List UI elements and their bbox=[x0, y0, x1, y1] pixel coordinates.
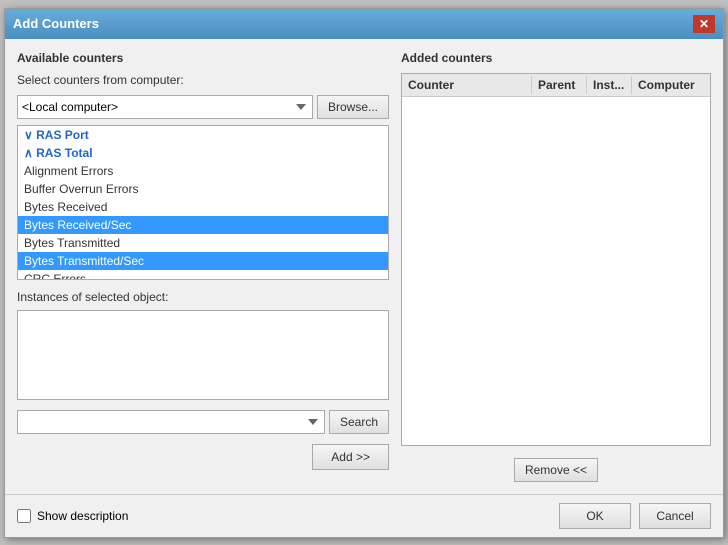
add-counters-dialog: Add Counters ✕ Available counters Select… bbox=[4, 8, 724, 538]
dialog-footer: Show description OK Cancel bbox=[5, 494, 723, 537]
computer-select[interactable]: <Local computer> bbox=[17, 95, 313, 119]
counter-item-bytes-received-sec[interactable]: Bytes Received/Sec bbox=[18, 216, 388, 234]
search-row: Search bbox=[17, 410, 389, 434]
computer-row: <Local computer> Browse... bbox=[17, 95, 389, 119]
remove-row: Remove << bbox=[401, 458, 711, 482]
instances-label: Instances of selected object: bbox=[17, 290, 389, 304]
left-panel: Available counters Select counters from … bbox=[17, 51, 389, 482]
col-header-inst: Inst... bbox=[587, 76, 632, 94]
dialog-body: Available counters Select counters from … bbox=[5, 39, 723, 494]
select-from-computer-label: Select counters from computer: bbox=[17, 73, 389, 87]
table-header: Counter Parent Inst... Computer bbox=[402, 74, 710, 97]
available-counters-label: Available counters bbox=[17, 51, 389, 65]
col-header-computer: Computer bbox=[632, 76, 710, 94]
counter-item-alignment-errors[interactable]: Alignment Errors bbox=[18, 162, 388, 180]
remove-button[interactable]: Remove << bbox=[514, 458, 598, 482]
show-description-text: Show description bbox=[37, 509, 128, 523]
browse-button[interactable]: Browse... bbox=[317, 95, 389, 119]
search-select[interactable] bbox=[17, 410, 325, 434]
counter-item-ras-total[interactable]: ∧ RAS Total bbox=[18, 144, 388, 162]
instances-box[interactable] bbox=[17, 310, 389, 400]
col-header-parent: Parent bbox=[532, 76, 587, 94]
counter-item-bytes-transmitted-sec[interactable]: Bytes Transmitted/Sec bbox=[18, 252, 388, 270]
title-bar: Add Counters ✕ bbox=[5, 9, 723, 39]
show-description-checkbox[interactable] bbox=[17, 509, 31, 523]
added-counters-label: Added counters bbox=[401, 51, 711, 65]
counter-item-crc-errors[interactable]: CRC Errors bbox=[18, 270, 388, 280]
add-button[interactable]: Add >> bbox=[312, 444, 389, 470]
counter-item-buffer-overrun-errors[interactable]: Buffer Overrun Errors bbox=[18, 180, 388, 198]
dialog-title: Add Counters bbox=[13, 16, 99, 31]
col-header-counter: Counter bbox=[402, 76, 532, 94]
counter-item-ras-port[interactable]: ∨ RAS Port bbox=[18, 126, 388, 144]
right-panel: Added counters Counter Parent Inst... Co… bbox=[401, 51, 711, 482]
added-counters-table: Counter Parent Inst... Computer bbox=[401, 73, 711, 446]
counters-list[interactable]: ∨ RAS Port∧ RAS TotalAlignment ErrorsBuf… bbox=[17, 125, 389, 280]
close-button[interactable]: ✕ bbox=[693, 15, 715, 33]
add-row: Add >> bbox=[17, 444, 389, 470]
counter-item-bytes-received[interactable]: Bytes Received bbox=[18, 198, 388, 216]
search-button[interactable]: Search bbox=[329, 410, 389, 434]
ok-button[interactable]: OK bbox=[559, 503, 631, 529]
counter-item-bytes-transmitted[interactable]: Bytes Transmitted bbox=[18, 234, 388, 252]
footer-buttons: OK Cancel bbox=[559, 503, 711, 529]
cancel-button[interactable]: Cancel bbox=[639, 503, 711, 529]
show-description-label[interactable]: Show description bbox=[17, 509, 128, 523]
